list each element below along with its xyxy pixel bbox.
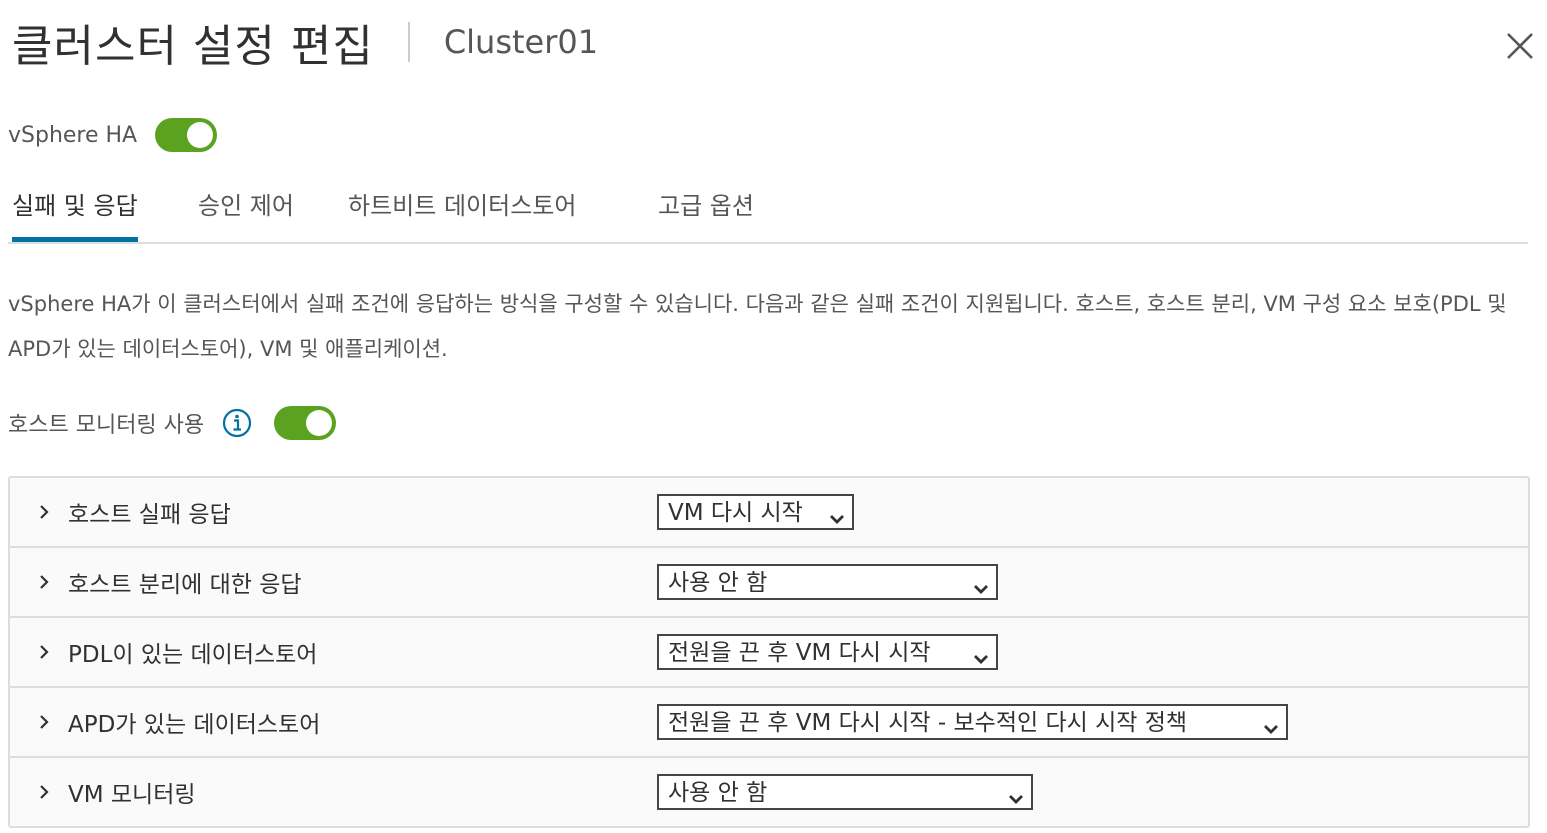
- description-text: vSphere HA가 이 클러스터에서 실패 조건에 응답하는 방식을 구성할…: [8, 292, 1507, 361]
- dialog-title: 클러스터 설정 편집: [12, 21, 374, 72]
- vm-monitoring-label: VM 모니터링: [68, 782, 196, 808]
- tab-bar: 실패 및 응답 승인 제어 하트비트 데이터스토어 고급 옵션: [8, 180, 1528, 244]
- host-isolation-response-row: 호스트 분리에 대한 응답 사용 안 함: [10, 548, 1528, 618]
- pdl-datastore-label: PDL이 있는 데이터스토어: [68, 642, 318, 668]
- vsphere-ha-toggle[interactable]: [155, 118, 218, 152]
- host-isolation-response-select[interactable]: 사용 안 함: [657, 564, 998, 600]
- vm-monitoring-select[interactable]: 사용 안 함: [657, 774, 1033, 810]
- apd-datastore-select[interactable]: 전원을 끈 후 VM 다시 시작 - 보수적인 다시 시작 정책: [657, 704, 1288, 740]
- select-value: VM 다시 시작: [668, 500, 803, 526]
- host-failure-response-row: 호스트 실패 응답 VM 다시 시작: [10, 478, 1528, 548]
- chevron-down-icon: [1262, 714, 1280, 734]
- vsphere-ha-row: vSphere HA: [8, 114, 218, 156]
- chevron-right-icon[interactable]: [32, 710, 56, 734]
- host-monitoring-toggle[interactable]: [274, 406, 337, 440]
- chevron-down-icon: [828, 504, 846, 524]
- dialog-subtitle: Cluster01: [443, 23, 599, 61]
- tab-heartbeat-datastores[interactable]: 하트비트 데이터스토어: [348, 180, 576, 240]
- select-value: 전원을 끈 후 VM 다시 시작 - 보수적인 다시 시작 정책: [668, 710, 1188, 736]
- tab-failures-responses[interactable]: 실패 및 응답: [12, 180, 138, 242]
- info-icon[interactable]: [222, 408, 252, 438]
- select-value: 사용 안 함: [668, 570, 768, 596]
- select-value: 사용 안 함: [668, 780, 768, 806]
- chevron-right-icon[interactable]: [32, 780, 56, 804]
- toggle-knob: [306, 410, 333, 436]
- chevron-down-icon: [972, 644, 990, 664]
- chevron-down-icon: [1007, 784, 1025, 804]
- pdl-datastore-row: PDL이 있는 데이터스토어 전원을 끈 후 VM 다시 시작: [10, 618, 1528, 688]
- apd-datastore-row: APD가 있는 데이터스토어 전원을 끈 후 VM 다시 시작 - 보수적인 다…: [10, 688, 1528, 758]
- chevron-right-icon[interactable]: [32, 570, 56, 594]
- chevron-right-icon[interactable]: [32, 500, 56, 524]
- host-monitoring-row: 호스트 모니터링 사용: [8, 402, 337, 444]
- chevron-right-icon[interactable]: [32, 640, 56, 664]
- tab-advanced-options[interactable]: 고급 옵션: [658, 180, 754, 240]
- select-value: 전원을 끈 후 VM 다시 시작: [668, 640, 931, 666]
- chevron-down-icon: [972, 574, 990, 594]
- title-divider: [407, 22, 410, 62]
- failure-response-grid: 호스트 실패 응답 VM 다시 시작 호스트 분리에 대한 응답 사용 안 함 …: [8, 476, 1530, 828]
- host-failure-response-label: 호스트 실패 응답: [68, 502, 231, 528]
- vsphere-ha-label: vSphere HA: [8, 122, 138, 148]
- dialog-header: 클러스터 설정 편집 Cluster01: [12, 10, 598, 74]
- toggle-knob: [187, 122, 214, 148]
- host-isolation-response-label: 호스트 분리에 대한 응답: [68, 572, 302, 598]
- pdl-datastore-select[interactable]: 전원을 끈 후 VM 다시 시작: [657, 634, 998, 670]
- host-failure-response-select[interactable]: VM 다시 시작: [657, 494, 854, 530]
- tab-admission-control[interactable]: 승인 제어: [198, 180, 294, 240]
- close-icon[interactable]: [1500, 26, 1540, 66]
- host-monitoring-label: 호스트 모니터링 사용: [8, 413, 205, 438]
- vm-monitoring-row: VM 모니터링 사용 안 함: [10, 758, 1528, 826]
- apd-datastore-label: APD가 있는 데이터스토어: [68, 712, 321, 738]
